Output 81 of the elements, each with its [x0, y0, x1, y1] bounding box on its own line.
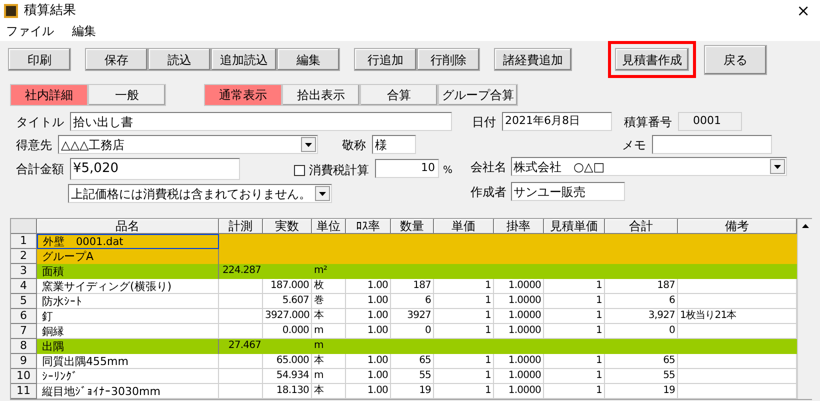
memo-field[interactable] [652, 135, 772, 154]
title-label: タイトル [16, 114, 64, 130]
percent-label: % [443, 164, 453, 178]
tax-checkbox[interactable] [294, 164, 305, 176]
row-number-cell[interactable]: 10 [11, 369, 37, 384]
table-cell [219, 384, 263, 399]
honorific-label: 敬称 [342, 136, 366, 154]
column-header[interactable]: 単位 [312, 219, 346, 234]
estimate-number-label: 積算番号 [624, 114, 672, 130]
toolbar-button[interactable]: 行削除 [417, 48, 480, 71]
tax-rate-field[interactable]: 10 [375, 159, 439, 178]
view-toggle-button[interactable]: 拾出表示 [282, 84, 360, 106]
window-title: 積算結果 [24, 2, 76, 20]
row-number-cell[interactable]: 1 [11, 234, 37, 249]
toolbar-button[interactable]: 諸経費追加 [494, 48, 572, 71]
table-cell: 1 [434, 384, 494, 399]
row-number-cell[interactable]: 2 [11, 249, 37, 264]
tax-note-dropdown[interactable]: 上記価格には消費税は含まれておりません。 [68, 184, 332, 203]
menu-item[interactable]: ファイル [6, 22, 54, 40]
view-toggle-button[interactable]: 社内詳細 [10, 84, 88, 106]
table-cell: 1.0000 [494, 384, 544, 399]
column-header[interactable]: ﾛｽ率 [346, 219, 391, 234]
toolbar-button[interactable]: 読込 [148, 48, 211, 71]
estimate-number-field: 0001 [678, 112, 742, 131]
table-cell: 19 [391, 384, 434, 399]
toolbar-button[interactable]: 保存 [85, 48, 148, 71]
column-header[interactable]: 掛率 [494, 219, 544, 234]
toolbar-button[interactable]: 戻る [704, 44, 767, 74]
view-toggle-button[interactable]: 合算 [360, 84, 438, 106]
row-number-cell[interactable]: 3 [11, 264, 37, 279]
toolbar-button[interactable]: 行追加 [354, 48, 417, 71]
table-cell: 本 [312, 384, 346, 399]
table-cell: 18.130 [263, 384, 312, 399]
menu-item[interactable]: 編集 [72, 22, 96, 40]
total-amount-field[interactable]: ¥5,020 [70, 158, 240, 180]
view-toggle-button[interactable]: 通常表示 [204, 84, 282, 106]
customer-dropdown[interactable]: △△△工務店 [58, 135, 318, 154]
toolbar-button[interactable]: 印刷 [8, 48, 71, 71]
row-number-cell[interactable]: 7 [11, 324, 37, 339]
column-header[interactable]: 合計 [605, 219, 678, 234]
date-field[interactable]: 2021年6月8日 [502, 112, 612, 131]
column-header[interactable]: 単価 [434, 219, 494, 234]
column-header[interactable]: 実数 [263, 219, 312, 234]
tax-label: 消費税計算 [309, 162, 369, 179]
row-number-cell[interactable]: 4 [11, 279, 37, 294]
close-button[interactable]: × [796, 2, 810, 18]
honorific-field[interactable]: 様 [372, 135, 416, 154]
author-field[interactable]: サンユー販売 [510, 182, 625, 201]
author-label: 作成者 [470, 184, 507, 200]
date-label: 日付 [472, 114, 496, 130]
table-cell: 1.00 [346, 384, 391, 399]
row-number-cell[interactable]: 11 [11, 384, 37, 399]
view-toggle-button[interactable]: 一般 [88, 84, 166, 106]
scrollbar[interactable] [797, 219, 813, 399]
view-toggle-button[interactable]: グループ合算 [438, 84, 518, 106]
column-header[interactable]: 数量 [391, 219, 434, 234]
toolbar-button[interactable]: 編集 [277, 48, 340, 71]
column-header[interactable]: 品名 [37, 219, 219, 234]
table-cell-text: m² [313, 264, 328, 278]
customer-label: 得意先 [16, 136, 52, 154]
company-label: 会社名 [470, 158, 507, 176]
row-number-cell[interactable]: 5 [11, 294, 37, 309]
table-cell-text: 27.467 [227, 339, 262, 353]
table-cell-text: 224.287 [221, 264, 262, 278]
table-cell: 19 [605, 384, 678, 399]
company-dropdown[interactable]: 株式会社 ○△□ [510, 157, 787, 176]
column-header[interactable]: 見積単価 [544, 219, 605, 234]
memo-label: メモ [622, 136, 646, 154]
toolbar-button[interactable]: 見積書作成 [615, 48, 689, 71]
row-number-cell[interactable]: 6 [11, 309, 37, 324]
row-number-cell[interactable]: 9 [11, 354, 37, 369]
column-header[interactable]: 備考 [678, 219, 797, 234]
column-header[interactable]: 計測 [219, 219, 263, 234]
table-cell: 縦目地ｼﾞｮｲﾅｰ3030mm [37, 384, 219, 399]
row-number-cell[interactable]: 8 [11, 339, 37, 354]
table-cell: 1 [544, 384, 605, 399]
toolbar-button[interactable]: 追加読込 [211, 48, 277, 71]
app-logo-icon [4, 4, 18, 18]
table-cell-text: m [313, 339, 324, 353]
title-field[interactable]: 拾い出し書 [70, 112, 452, 131]
total-amount-label: 合計金額 [16, 161, 64, 178]
